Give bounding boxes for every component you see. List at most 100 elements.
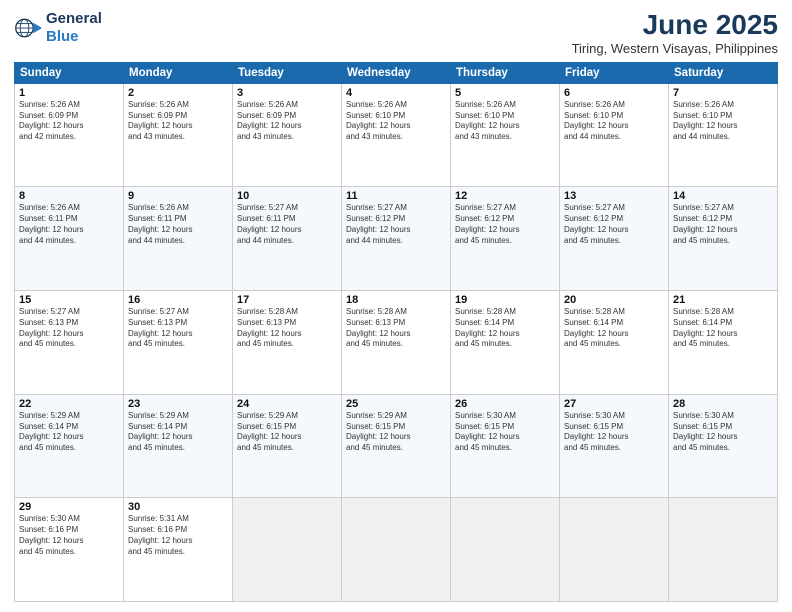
day-number: 15 bbox=[19, 294, 119, 306]
day-cell: 1Sunrise: 5:26 AM Sunset: 6:09 PM Daylig… bbox=[15, 83, 124, 187]
day-number: 19 bbox=[455, 294, 555, 306]
day-number: 27 bbox=[564, 398, 664, 410]
day-cell: 3Sunrise: 5:26 AM Sunset: 6:09 PM Daylig… bbox=[233, 83, 342, 187]
day-cell: 11Sunrise: 5:27 AM Sunset: 6:12 PM Dayli… bbox=[342, 187, 451, 291]
week-row-3: 15Sunrise: 5:27 AM Sunset: 6:13 PM Dayli… bbox=[15, 291, 778, 395]
day-info: Sunrise: 5:26 AM Sunset: 6:10 PM Dayligh… bbox=[564, 100, 664, 143]
day-cell: 22Sunrise: 5:29 AM Sunset: 6:14 PM Dayli… bbox=[15, 394, 124, 498]
day-info: Sunrise: 5:28 AM Sunset: 6:14 PM Dayligh… bbox=[673, 307, 773, 350]
day-cell: 26Sunrise: 5:30 AM Sunset: 6:15 PM Dayli… bbox=[451, 394, 560, 498]
day-number: 21 bbox=[673, 294, 773, 306]
day-cell: 15Sunrise: 5:27 AM Sunset: 6:13 PM Dayli… bbox=[15, 291, 124, 395]
day-info: Sunrise: 5:26 AM Sunset: 6:09 PM Dayligh… bbox=[128, 100, 228, 143]
main-title: June 2025 bbox=[572, 10, 778, 41]
day-number: 11 bbox=[346, 190, 446, 202]
day-cell: 20Sunrise: 5:28 AM Sunset: 6:14 PM Dayli… bbox=[560, 291, 669, 395]
day-number: 14 bbox=[673, 190, 773, 202]
day-info: Sunrise: 5:29 AM Sunset: 6:14 PM Dayligh… bbox=[128, 411, 228, 454]
day-number: 30 bbox=[128, 501, 228, 513]
day-cell: 14Sunrise: 5:27 AM Sunset: 6:12 PM Dayli… bbox=[669, 187, 778, 291]
day-cell: 5Sunrise: 5:26 AM Sunset: 6:10 PM Daylig… bbox=[451, 83, 560, 187]
header-day-tuesday: Tuesday bbox=[233, 62, 342, 83]
header-row: SundayMondayTuesdayWednesdayThursdayFrid… bbox=[15, 62, 778, 83]
day-cell: 29Sunrise: 5:30 AM Sunset: 6:16 PM Dayli… bbox=[15, 498, 124, 602]
week-row-5: 29Sunrise: 5:30 AM Sunset: 6:16 PM Dayli… bbox=[15, 498, 778, 602]
day-cell: 2Sunrise: 5:26 AM Sunset: 6:09 PM Daylig… bbox=[124, 83, 233, 187]
day-number: 17 bbox=[237, 294, 337, 306]
day-cell: 7Sunrise: 5:26 AM Sunset: 6:10 PM Daylig… bbox=[669, 83, 778, 187]
day-info: Sunrise: 5:27 AM Sunset: 6:12 PM Dayligh… bbox=[564, 203, 664, 246]
day-number: 2 bbox=[128, 87, 228, 99]
day-info: Sunrise: 5:28 AM Sunset: 6:13 PM Dayligh… bbox=[346, 307, 446, 350]
day-info: Sunrise: 5:27 AM Sunset: 6:12 PM Dayligh… bbox=[673, 203, 773, 246]
day-info: Sunrise: 5:27 AM Sunset: 6:12 PM Dayligh… bbox=[346, 203, 446, 246]
day-number: 18 bbox=[346, 294, 446, 306]
day-number: 9 bbox=[128, 190, 228, 202]
logo-line1: General bbox=[46, 10, 102, 28]
day-info: Sunrise: 5:30 AM Sunset: 6:15 PM Dayligh… bbox=[455, 411, 555, 454]
day-number: 20 bbox=[564, 294, 664, 306]
week-row-1: 1Sunrise: 5:26 AM Sunset: 6:09 PM Daylig… bbox=[15, 83, 778, 187]
logo-icon bbox=[14, 14, 42, 42]
day-number: 6 bbox=[564, 87, 664, 99]
day-info: Sunrise: 5:30 AM Sunset: 6:15 PM Dayligh… bbox=[564, 411, 664, 454]
day-cell bbox=[451, 498, 560, 602]
logo: General Blue bbox=[14, 10, 102, 46]
day-cell: 28Sunrise: 5:30 AM Sunset: 6:15 PM Dayli… bbox=[669, 394, 778, 498]
day-info: Sunrise: 5:29 AM Sunset: 6:15 PM Dayligh… bbox=[346, 411, 446, 454]
day-cell: 4Sunrise: 5:26 AM Sunset: 6:10 PM Daylig… bbox=[342, 83, 451, 187]
day-cell: 9Sunrise: 5:26 AM Sunset: 6:11 PM Daylig… bbox=[124, 187, 233, 291]
day-number: 10 bbox=[237, 190, 337, 202]
day-cell: 21Sunrise: 5:28 AM Sunset: 6:14 PM Dayli… bbox=[669, 291, 778, 395]
title-block: June 2025 Tiring, Western Visayas, Phili… bbox=[572, 10, 778, 56]
day-number: 16 bbox=[128, 294, 228, 306]
day-info: Sunrise: 5:27 AM Sunset: 6:12 PM Dayligh… bbox=[455, 203, 555, 246]
day-info: Sunrise: 5:26 AM Sunset: 6:09 PM Dayligh… bbox=[19, 100, 119, 143]
day-cell: 30Sunrise: 5:31 AM Sunset: 6:16 PM Dayli… bbox=[124, 498, 233, 602]
day-cell: 13Sunrise: 5:27 AM Sunset: 6:12 PM Dayli… bbox=[560, 187, 669, 291]
day-cell bbox=[560, 498, 669, 602]
day-number: 12 bbox=[455, 190, 555, 202]
day-number: 23 bbox=[128, 398, 228, 410]
page: General Blue June 2025 Tiring, Western V… bbox=[0, 0, 792, 612]
day-number: 29 bbox=[19, 501, 119, 513]
day-number: 1 bbox=[19, 87, 119, 99]
header-day-thursday: Thursday bbox=[451, 62, 560, 83]
day-info: Sunrise: 5:30 AM Sunset: 6:15 PM Dayligh… bbox=[673, 411, 773, 454]
day-info: Sunrise: 5:27 AM Sunset: 6:13 PM Dayligh… bbox=[19, 307, 119, 350]
day-info: Sunrise: 5:26 AM Sunset: 6:10 PM Dayligh… bbox=[455, 100, 555, 143]
day-cell: 27Sunrise: 5:30 AM Sunset: 6:15 PM Dayli… bbox=[560, 394, 669, 498]
header: General Blue June 2025 Tiring, Western V… bbox=[14, 10, 778, 56]
header-day-wednesday: Wednesday bbox=[342, 62, 451, 83]
logo-line2: Blue bbox=[46, 28, 79, 45]
day-info: Sunrise: 5:29 AM Sunset: 6:15 PM Dayligh… bbox=[237, 411, 337, 454]
day-cell bbox=[669, 498, 778, 602]
day-info: Sunrise: 5:26 AM Sunset: 6:11 PM Dayligh… bbox=[128, 203, 228, 246]
day-info: Sunrise: 5:26 AM Sunset: 6:10 PM Dayligh… bbox=[346, 100, 446, 143]
day-number: 22 bbox=[19, 398, 119, 410]
day-number: 5 bbox=[455, 87, 555, 99]
day-number: 3 bbox=[237, 87, 337, 99]
day-cell: 8Sunrise: 5:26 AM Sunset: 6:11 PM Daylig… bbox=[15, 187, 124, 291]
day-cell bbox=[233, 498, 342, 602]
day-cell: 19Sunrise: 5:28 AM Sunset: 6:14 PM Dayli… bbox=[451, 291, 560, 395]
day-cell: 16Sunrise: 5:27 AM Sunset: 6:13 PM Dayli… bbox=[124, 291, 233, 395]
day-number: 4 bbox=[346, 87, 446, 99]
week-row-4: 22Sunrise: 5:29 AM Sunset: 6:14 PM Dayli… bbox=[15, 394, 778, 498]
day-number: 7 bbox=[673, 87, 773, 99]
day-number: 24 bbox=[237, 398, 337, 410]
header-day-friday: Friday bbox=[560, 62, 669, 83]
header-day-sunday: Sunday bbox=[15, 62, 124, 83]
day-cell bbox=[342, 498, 451, 602]
day-info: Sunrise: 5:26 AM Sunset: 6:10 PM Dayligh… bbox=[673, 100, 773, 143]
day-cell: 10Sunrise: 5:27 AM Sunset: 6:11 PM Dayli… bbox=[233, 187, 342, 291]
day-cell: 18Sunrise: 5:28 AM Sunset: 6:13 PM Dayli… bbox=[342, 291, 451, 395]
header-day-saturday: Saturday bbox=[669, 62, 778, 83]
day-info: Sunrise: 5:27 AM Sunset: 6:11 PM Dayligh… bbox=[237, 203, 337, 246]
day-info: Sunrise: 5:29 AM Sunset: 6:14 PM Dayligh… bbox=[19, 411, 119, 454]
day-cell: 17Sunrise: 5:28 AM Sunset: 6:13 PM Dayli… bbox=[233, 291, 342, 395]
day-number: 8 bbox=[19, 190, 119, 202]
day-number: 26 bbox=[455, 398, 555, 410]
day-number: 25 bbox=[346, 398, 446, 410]
header-day-monday: Monday bbox=[124, 62, 233, 83]
